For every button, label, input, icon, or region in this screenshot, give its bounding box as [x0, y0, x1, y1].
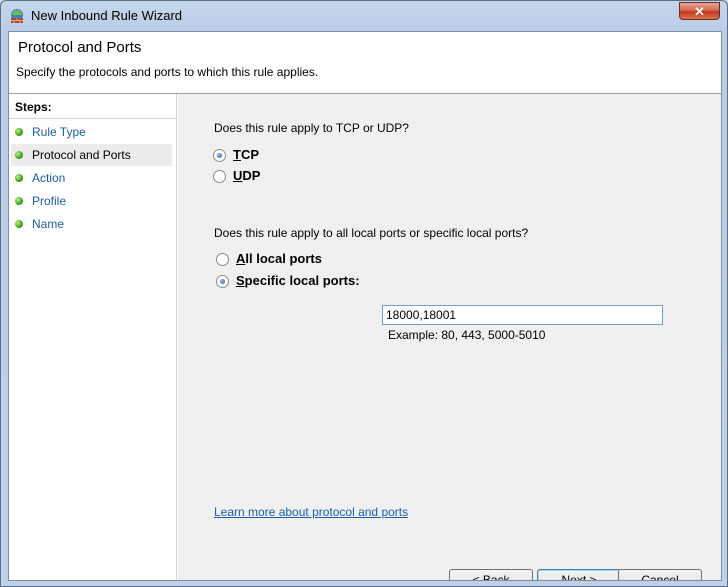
- ports-example-hint: Example: 80, 443, 5000-5010: [388, 328, 546, 342]
- specific-local-ports-radio[interactable]: [216, 275, 229, 288]
- step-complete-icon: [15, 151, 23, 159]
- next-button[interactable]: Next >: [537, 569, 621, 580]
- step-label: Profile: [32, 194, 67, 208]
- specific-local-ports-label[interactable]: Specific local ports:: [236, 273, 360, 288]
- step-label: Rule Type: [32, 125, 86, 139]
- title-bar[interactable]: New Inbound Rule Wizard ✕: [1, 1, 727, 31]
- ports-question: Does this rule apply to all local ports …: [214, 226, 529, 240]
- step-rule-type[interactable]: Rule Type: [11, 121, 172, 143]
- step-complete-icon: [15, 174, 23, 182]
- cancel-button[interactable]: Cancel: [618, 569, 702, 580]
- all-local-ports-radio[interactable]: [216, 253, 229, 266]
- all-local-ports-label[interactable]: All local ports: [236, 251, 322, 266]
- step-profile[interactable]: Profile: [11, 190, 172, 212]
- protocol-question: Does this rule apply to TCP or UDP?: [214, 121, 409, 135]
- close-icon: ✕: [694, 4, 705, 19]
- step-complete-icon: [15, 220, 23, 228]
- step-action[interactable]: Action: [11, 167, 172, 189]
- specific-ports-input[interactable]: [382, 305, 663, 325]
- steps-panel: Steps: Rule Type Protocol and Ports Acti…: [9, 94, 177, 580]
- step-label: Protocol and Ports: [32, 148, 131, 162]
- step-label: Action: [32, 171, 66, 185]
- firewall-icon: [11, 9, 23, 23]
- steps-divider: [9, 118, 176, 119]
- main-panel: Does this rule apply to TCP or UDP? TCP …: [178, 94, 721, 580]
- tcp-radio[interactable]: [213, 149, 226, 162]
- close-button[interactable]: ✕: [679, 2, 720, 20]
- step-complete-icon: [15, 197, 23, 205]
- wizard-client: Protocol and Ports Specify the protocols…: [8, 31, 722, 581]
- udp-radio[interactable]: [213, 170, 226, 183]
- wizard-header: Protocol and Ports Specify the protocols…: [9, 32, 721, 94]
- step-protocol-and-ports[interactable]: Protocol and Ports: [11, 144, 172, 166]
- page-title: Protocol and Ports: [18, 39, 142, 56]
- tcp-label[interactable]: TCP: [233, 147, 259, 162]
- back-button[interactable]: < Back: [449, 569, 533, 580]
- step-name[interactable]: Name: [11, 213, 172, 235]
- learn-more-link[interactable]: Learn more about protocol and ports: [214, 505, 408, 519]
- window-title: New Inbound Rule Wizard: [31, 8, 183, 23]
- step-complete-icon: [15, 128, 23, 136]
- page-description: Specify the protocols and ports to which…: [16, 65, 319, 79]
- udp-label[interactable]: UDP: [233, 168, 260, 183]
- steps-title: Steps:: [15, 100, 52, 114]
- wizard-window: New Inbound Rule Wizard ✕ Protocol and P…: [0, 0, 728, 587]
- step-label: Name: [32, 217, 65, 231]
